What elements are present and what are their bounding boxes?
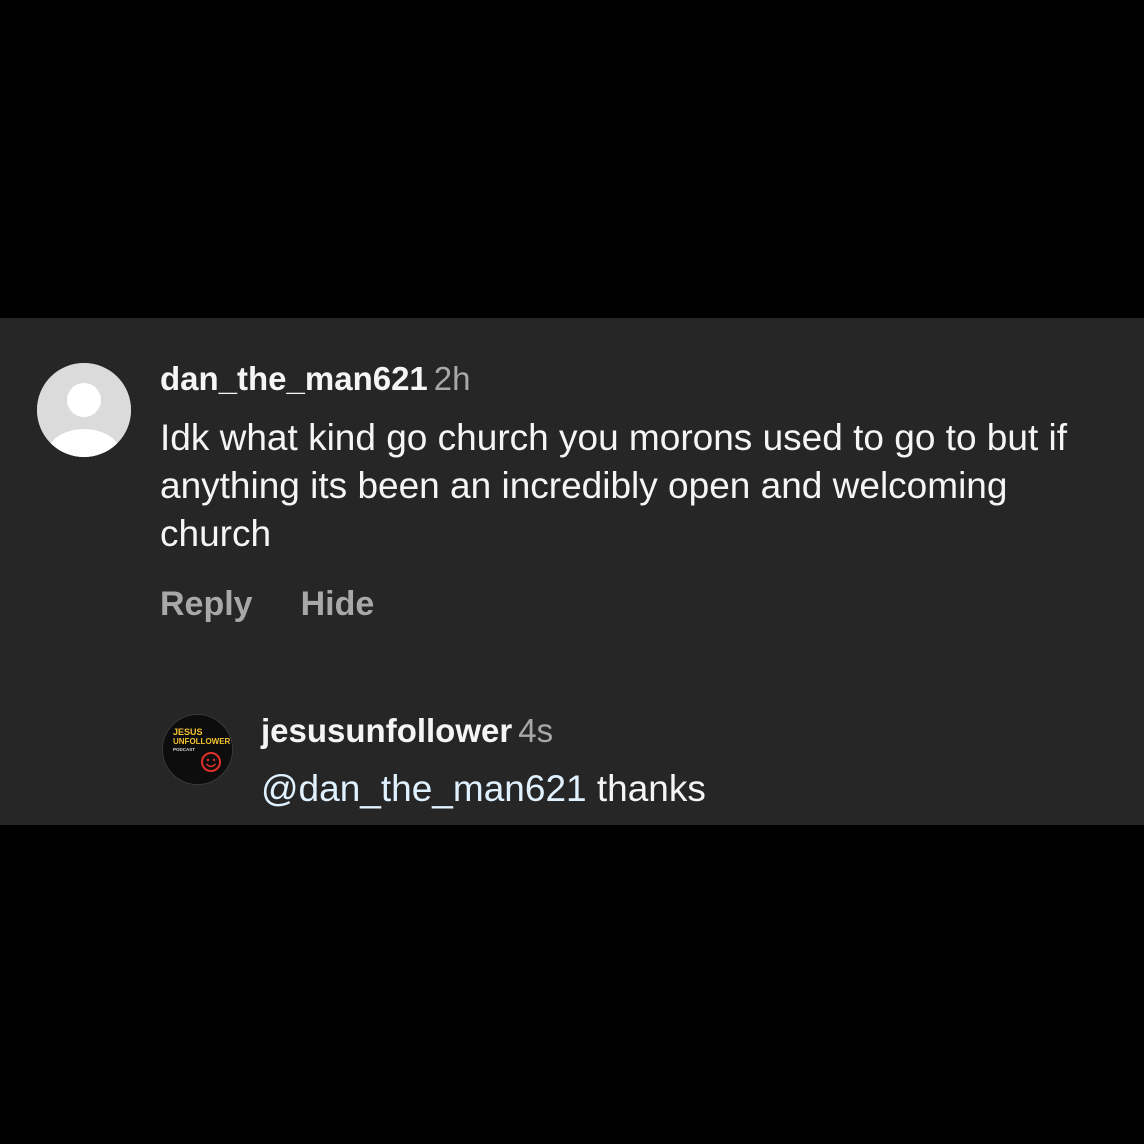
comment-actions: Reply Hide xyxy=(160,582,374,626)
comment-text: Idk what kind go church you morons used … xyxy=(160,417,1068,554)
default-profile-icon[interactable] xyxy=(37,363,131,457)
logo-line-3: PODCAST xyxy=(173,747,195,752)
logo-line-1: JESUS xyxy=(173,727,203,737)
comment-timestamp: 2h xyxy=(433,360,471,397)
reply-header: jesusunfollower 4s xyxy=(261,709,553,753)
podcast-logo-icon[interactable]: JESUS UNFOLLOWER PODCAST xyxy=(162,714,233,785)
comment-username[interactable]: dan_the_man621 xyxy=(160,360,428,397)
reply-text: @dan_the_man621 thanks xyxy=(261,765,706,813)
podcast-logo-graphic: JESUS UNFOLLOWER PODCAST xyxy=(163,715,232,784)
reply-timestamp: 4s xyxy=(518,712,554,749)
logo-line-2: UNFOLLOWER xyxy=(173,737,231,746)
mention-link[interactable]: @dan_the_man621 xyxy=(261,768,587,809)
comment-header: dan_the_man621 2h xyxy=(160,357,471,401)
person-silhouette-icon xyxy=(37,363,131,457)
reply-message: thanks xyxy=(596,768,706,809)
reply-button[interactable]: Reply xyxy=(160,585,253,623)
reply-username[interactable]: jesusunfollower xyxy=(261,712,512,749)
hide-button[interactable]: Hide xyxy=(301,585,375,623)
